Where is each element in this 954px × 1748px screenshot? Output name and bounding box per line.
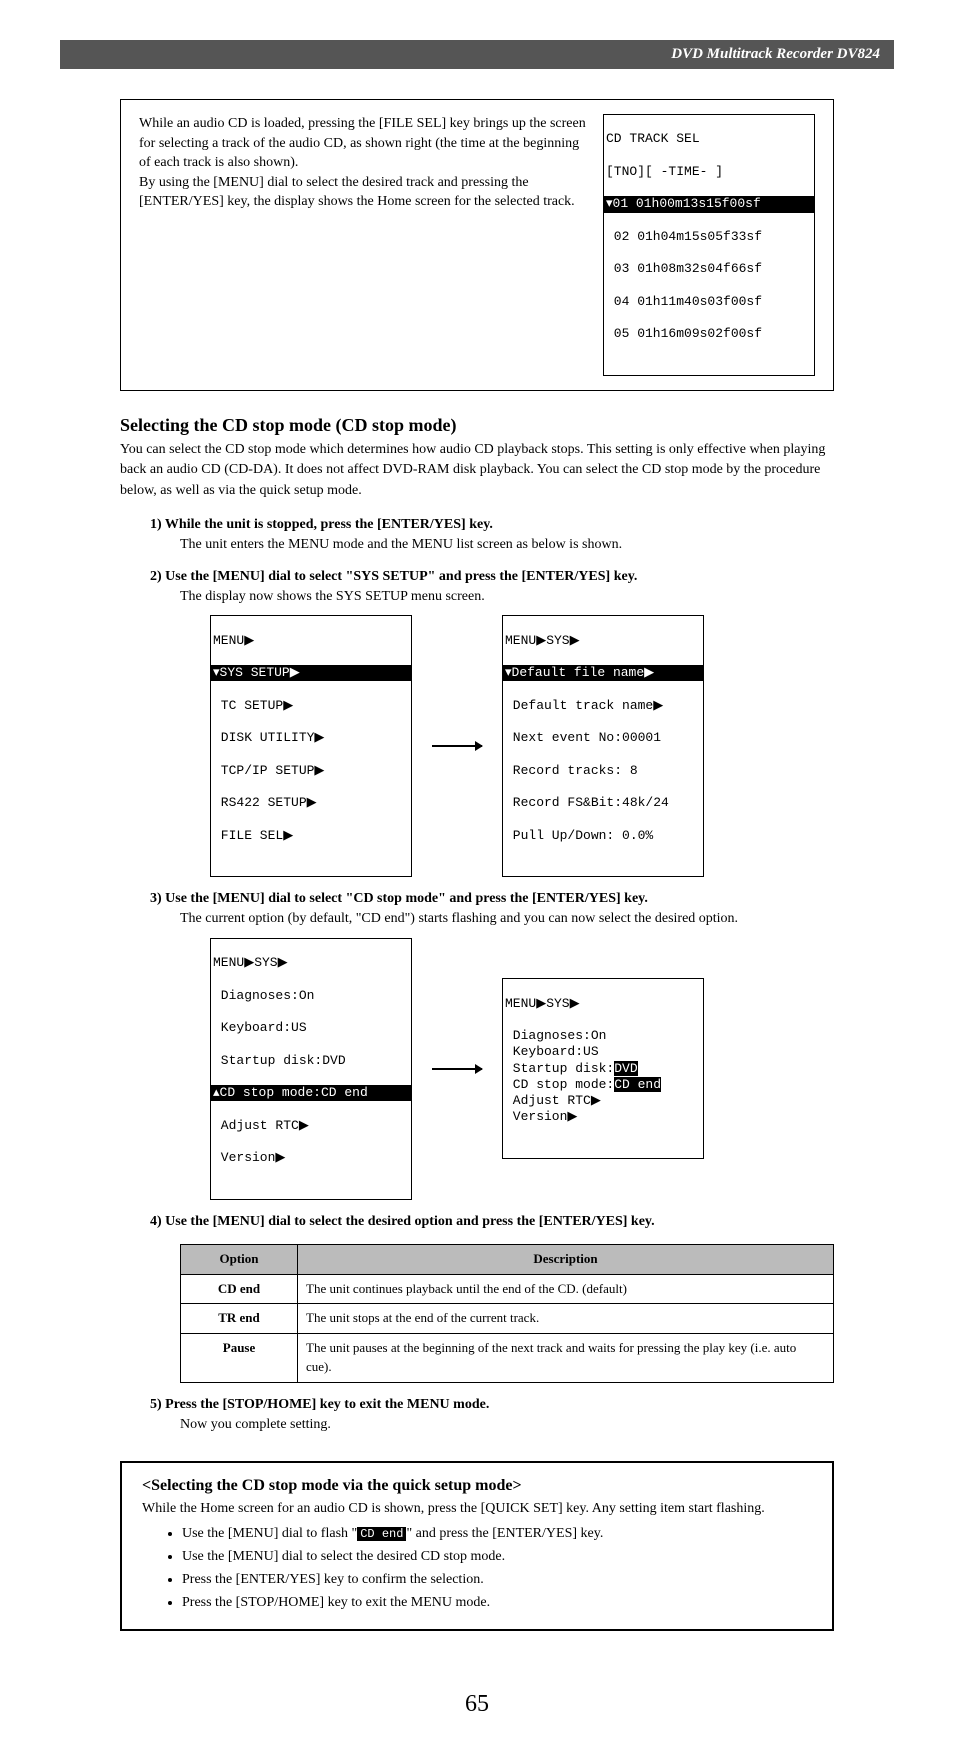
arrow-icon: [432, 1068, 482, 1070]
lcd-row-selected: ▴CD stop mode:CD end: [211, 1085, 411, 1101]
lcd-row: DISK UTILITY▶: [211, 730, 411, 746]
lcd-row: Startup disk:DVD: [211, 1053, 411, 1069]
lcd-row: Keyboard:US: [211, 1020, 411, 1036]
lcd-title: CD TRACK SEL: [604, 131, 814, 147]
list-item: Use the [MENU] dial to flash "CD end" an…: [182, 1523, 812, 1544]
page-number: 65: [60, 1691, 894, 1718]
lcd-row: Diagnoses:On: [211, 988, 411, 1004]
box1-p1: While an audio CD is loaded, pressing th…: [139, 116, 586, 170]
table-row: TR end The unit stops at the end of the …: [181, 1304, 834, 1334]
lcd-row: RS422 SETUP▶: [211, 795, 411, 811]
lcd-sys2b: MENU▶SYS▶ Diagnoses:On Keyboard:US Start…: [502, 978, 704, 1159]
step-head: 5) Press the [STOP/HOME] key to exit the…: [150, 1397, 834, 1413]
lcd-row: 04 01h11m40s03f00sf: [604, 294, 814, 310]
options-table: Option Description CD end The unit conti…: [180, 1244, 834, 1383]
lcd-title: MENU▶SYS▶: [211, 955, 411, 971]
step-3: 3) Use the [MENU] dial to select "CD sto…: [150, 891, 834, 1199]
col-option: Option: [181, 1244, 298, 1274]
step-body: Now you complete setting.: [180, 1415, 834, 1435]
lcd-row: Next event No:00001: [503, 730, 703, 746]
lcd-row: Record tracks: 8: [503, 763, 703, 779]
lcd-row: 03 01h08m32s04f66sf: [604, 261, 814, 277]
lcd-row-selected: ▾Default file name▶: [503, 665, 703, 681]
list-item: Use the [MENU] dial to select the desire…: [182, 1546, 812, 1567]
opt-name: TR end: [181, 1304, 298, 1334]
opt-name: CD end: [181, 1274, 298, 1304]
lcd-row: FILE SEL▶: [211, 828, 411, 844]
step-head: 4) Use the [MENU] dial to select the des…: [150, 1214, 834, 1230]
step-4: 4) Use the [MENU] dial to select the des…: [150, 1214, 834, 1383]
list-item: Press the [STOP/HOME] key to exit the ME…: [182, 1592, 812, 1613]
lcd-row: 02 01h04m15s05f33sf: [604, 229, 814, 245]
lcd-header: [TNO][ -TIME- ]: [604, 164, 814, 180]
step-head: 3) Use the [MENU] dial to select "CD sto…: [150, 891, 834, 907]
lcd-title: MENU▶: [211, 633, 411, 649]
lcd-row: Version▶: [211, 1150, 411, 1166]
section-para: You can select the CD stop mode which de…: [120, 440, 834, 501]
quick-setup-title: <Selecting the CD stop mode via the quic…: [142, 1477, 812, 1495]
lcd-row: TC SETUP▶: [211, 698, 411, 714]
lcd-row: Pull Up/Down: 0.0%: [503, 828, 703, 844]
lcd-title: MENU▶SYS▶: [503, 633, 703, 649]
step-head: 2) Use the [MENU] dial to select "SYS SE…: [150, 569, 834, 585]
opt-desc: The unit pauses at the beginning of the …: [298, 1334, 834, 1383]
page-header: DVD Multitrack Recorder DV824: [60, 40, 894, 69]
list-item: Press the [ENTER/YES] key to confirm the…: [182, 1569, 812, 1590]
quick-setup-intro: While the Home screen for an audio CD is…: [142, 1501, 812, 1517]
section-title: Selecting the CD stop mode (CD stop mode…: [120, 415, 834, 436]
quick-setup-box: <Selecting the CD stop mode via the quic…: [120, 1461, 834, 1631]
lcd-tracksel: CD TRACK SEL [TNO][ -TIME- ] ▾01 01h00m1…: [603, 114, 815, 376]
step-head: 1) While the unit is stopped, press the …: [150, 517, 834, 533]
lcd-row: TCP/IP SETUP▶: [211, 763, 411, 779]
lcd-row-selected: ▾SYS SETUP▶: [211, 665, 411, 681]
step-body: The current option (by default, "CD end"…: [180, 909, 834, 929]
lcd-title: MENU▶SYS▶: [503, 996, 703, 1012]
lcd-row-selected: ▾01 01h00m13s15f00sf: [604, 196, 814, 212]
lcd-rows: Diagnoses:On Keyboard:US Startup disk:DV…: [503, 1028, 703, 1126]
info-box-tracksel: While an audio CD is loaded, pressing th…: [120, 99, 834, 391]
lcd-menu: MENU▶ ▾SYS SETUP▶ TC SETUP▶ DISK UTILITY…: [210, 615, 412, 877]
col-description: Description: [298, 1244, 834, 1274]
table-row: CD end The unit continues playback until…: [181, 1274, 834, 1304]
arrow-icon: [432, 745, 482, 747]
opt-desc: The unit continues playback until the en…: [298, 1274, 834, 1304]
lcd-row: Default track name▶: [503, 698, 703, 714]
step-5: 5) Press the [STOP/HOME] key to exit the…: [150, 1397, 834, 1435]
lcd-row: Record FS&Bit:48k/24: [503, 795, 703, 811]
box1-p2: By using the [MENU] dial to select the d…: [139, 175, 575, 210]
step-body: The display now shows the SYS SETUP menu…: [180, 587, 834, 607]
step-2: 2) Use the [MENU] dial to select "SYS SE…: [150, 569, 834, 877]
lcd-row: Adjust RTC▶: [211, 1118, 411, 1134]
lcd-sys1: MENU▶SYS▶ ▾Default file name▶ Default tr…: [502, 615, 704, 877]
step-body: The unit enters the MENU mode and the ME…: [180, 535, 834, 555]
opt-desc: The unit stops at the end of the current…: [298, 1304, 834, 1334]
table-row: Pause The unit pauses at the beginning o…: [181, 1334, 834, 1383]
opt-name: Pause: [181, 1334, 298, 1383]
lcd-sys2a: MENU▶SYS▶ Diagnoses:On Keyboard:US Start…: [210, 938, 412, 1200]
lcd-row: 05 01h16m09s02f00sf: [604, 326, 814, 342]
step-1: 1) While the unit is stopped, press the …: [150, 517, 834, 555]
